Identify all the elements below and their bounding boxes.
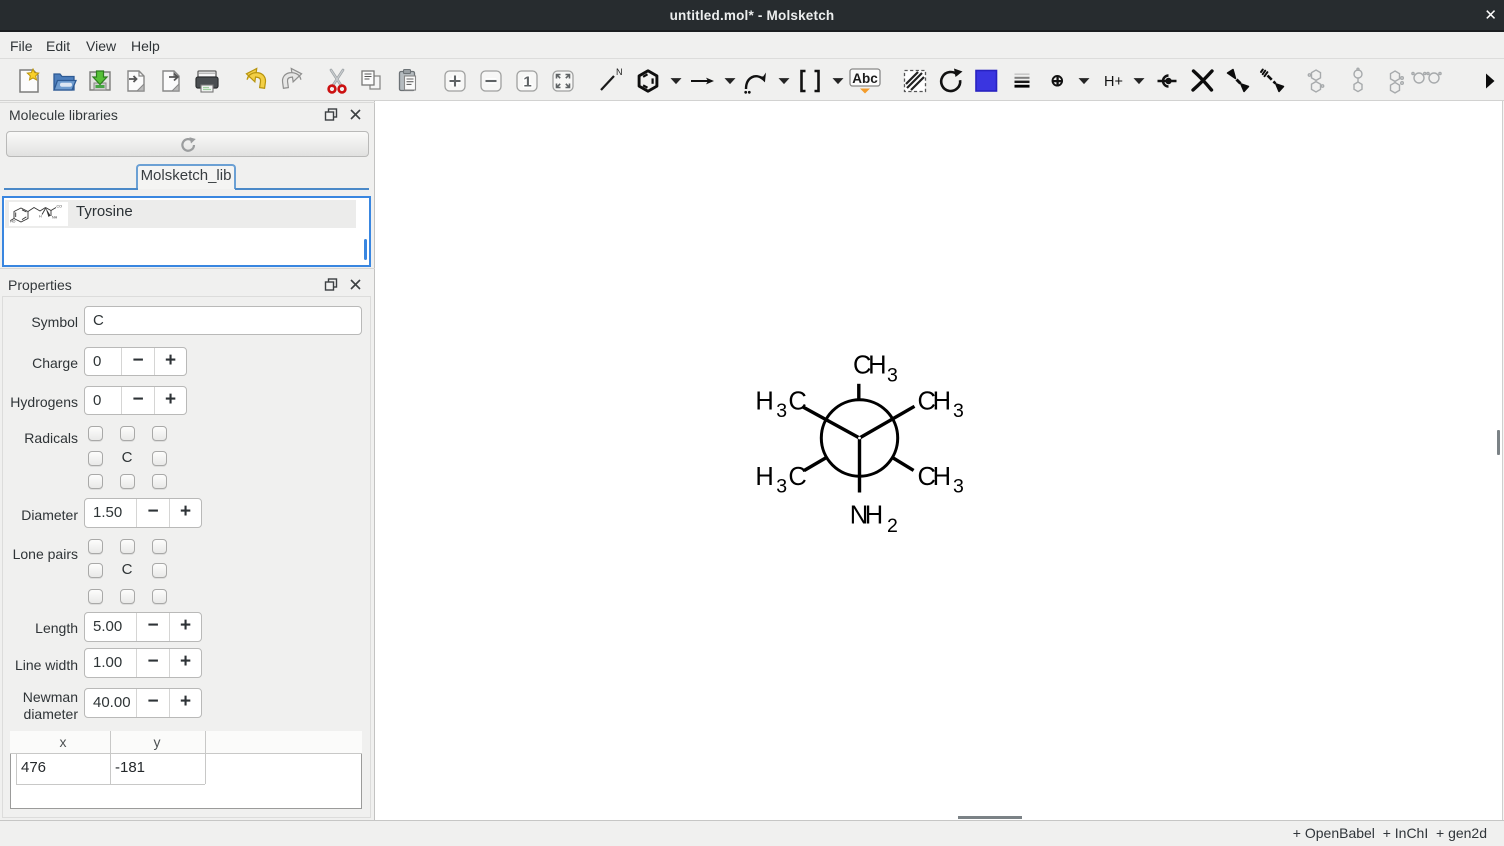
svg-text:HO: HO: [10, 220, 16, 224]
svg-text:3: 3: [776, 476, 787, 498]
svg-text:C: C: [788, 463, 806, 491]
svg-text:3: 3: [887, 365, 898, 387]
svg-text:NH: NH: [52, 216, 58, 220]
svg-text:3: 3: [953, 476, 964, 498]
svg-text:H: H: [755, 463, 773, 491]
svg-text:H: H: [39, 215, 42, 219]
svg-text:CO: CO: [57, 205, 63, 209]
svg-text:H+: H+: [1104, 74, 1123, 90]
svg-text:3: 3: [776, 400, 787, 422]
svg-text:N: N: [616, 67, 623, 77]
svg-text:C: C: [788, 388, 806, 416]
svg-text:2: 2: [887, 515, 898, 537]
svg-text:H: H: [755, 388, 773, 416]
svg-text:3: 3: [953, 400, 964, 422]
svg-text:CH: CH: [918, 388, 952, 416]
svg-text:NH: NH: [850, 502, 884, 530]
svg-text:Abc: Abc: [852, 71, 878, 86]
svg-text:1: 1: [523, 74, 531, 91]
svg-text:CH: CH: [853, 352, 887, 380]
svg-text:CH: CH: [918, 463, 952, 491]
